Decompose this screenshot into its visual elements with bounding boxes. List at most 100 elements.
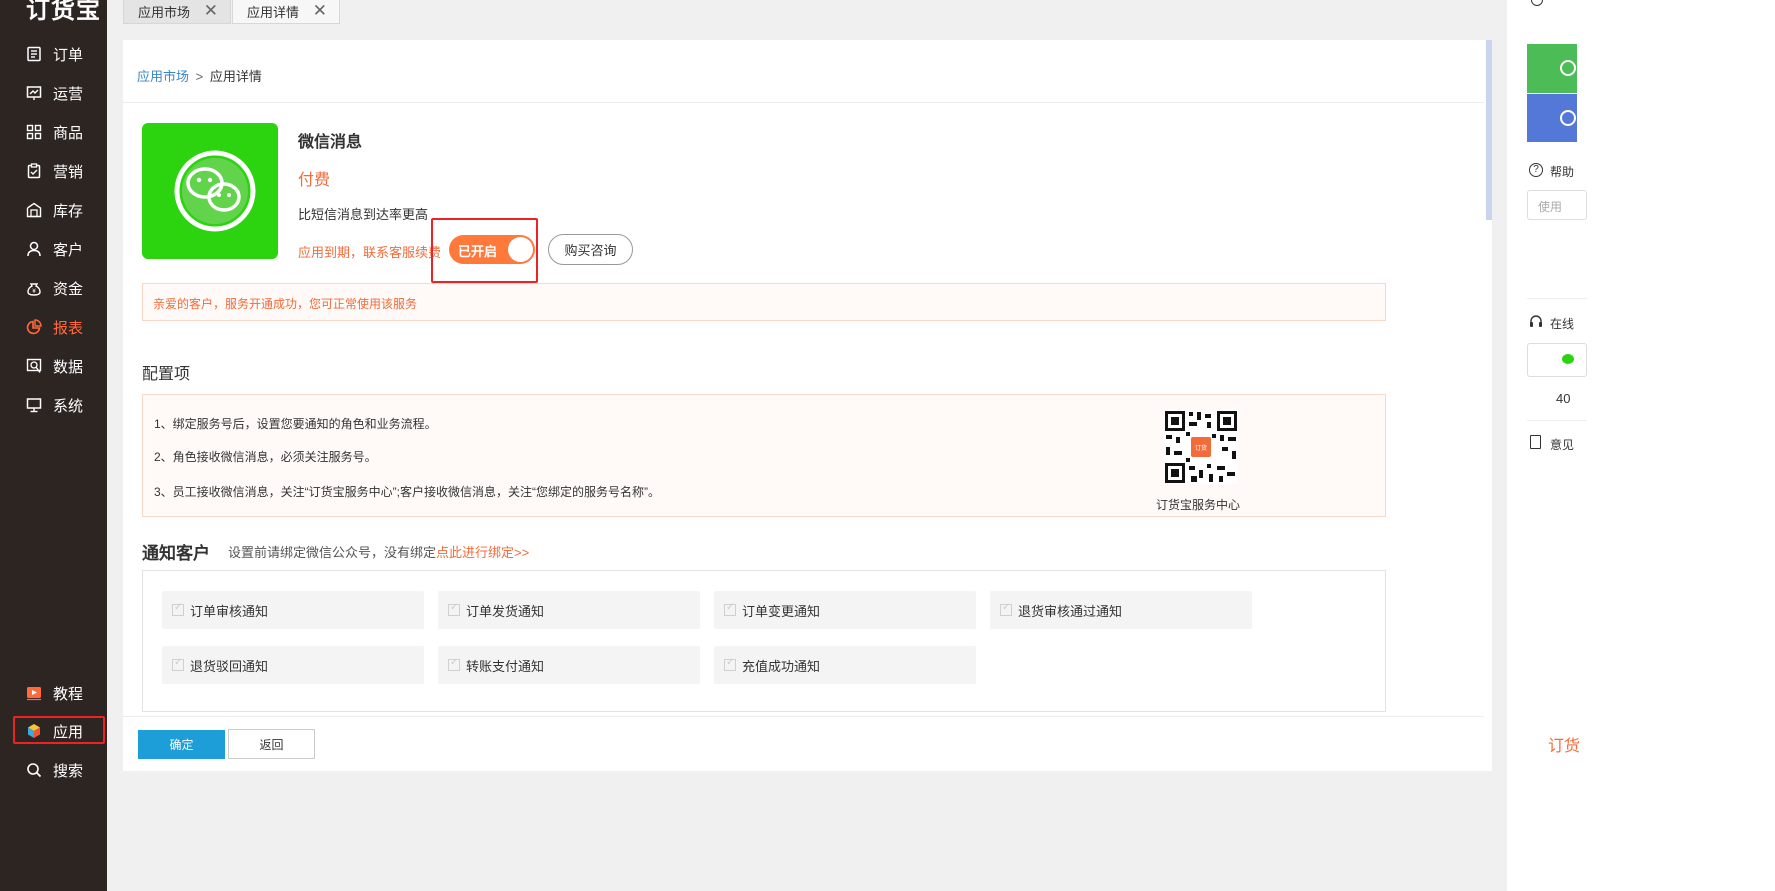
circle-icon [1560,110,1576,126]
monitor-icon [26,397,42,413]
notify-section-title: 通知客户 [142,544,210,563]
checkbox[interactable] [1000,602,1012,616]
sidebar-item-reports[interactable]: 报表 [0,312,107,342]
expire-note: 应用到期，联系客服续费 [298,245,442,260]
wechat-contact-button[interactable] [1527,343,1587,377]
sidebar-item-label: 运营 [53,85,84,103]
phone-number: 40 [1556,391,1571,406]
sidebar-item-tutorial[interactable]: 教程 [0,678,107,708]
qr-code: 订货 [1164,410,1238,484]
checkbox[interactable] [172,602,184,616]
headset-icon [1529,314,1543,331]
tab-app-market[interactable]: 应用市场 ✕ [123,0,231,24]
sidebar-item-inventory[interactable]: 库存 [0,195,107,225]
sidebar-item-label: 系统 [53,397,84,415]
sidebar-item-label: 营销 [53,163,84,181]
brand-mark: 订货 [1548,738,1581,755]
option-label: 充值成功通知 [742,658,821,674]
breadcrumb-separator: > [195,69,204,84]
blue-action-tile[interactable] [1527,94,1577,142]
sidebar-item-label: 搜索 [53,762,84,780]
divider [1527,420,1587,421]
notify-option[interactable]: 订单发货通知 [438,591,700,629]
config-section-title: 配置项 [142,366,191,383]
green-action-tile[interactable] [1527,44,1577,93]
sidebar: 订货宝 订单 运营 商品 营销 库存 客户 ¥ 资金 报表 数据 系统 教程 应… [0,0,107,891]
help-search-input[interactable]: 使用 [1527,190,1587,220]
sidebar-item-orders[interactable]: 订单 [0,39,107,69]
close-icon[interactable]: ✕ [313,1,327,21]
help-icon: ? [1529,163,1543,177]
pie-chart-icon [26,319,42,335]
notify-option[interactable]: 订单审核通知 [162,591,424,629]
sidebar-item-system[interactable]: 系统 [0,390,107,420]
scrollbar[interactable] [1486,40,1492,220]
sidebar-item-search[interactable]: 搜索 [0,755,107,785]
checkbox[interactable] [448,657,460,671]
sidebar-item-funds[interactable]: ¥ 资金 [0,273,107,303]
sidebar-item-operation[interactable]: 运营 [0,78,107,108]
app-description: 比短信消息到达率更高 [298,207,429,222]
bind-account-link[interactable]: 点此进行绑定>> [436,545,529,560]
checkbox[interactable] [172,657,184,671]
toggle-highlight-box [431,218,538,283]
tab-label: 应用市场 [138,5,191,20]
notify-option[interactable]: 退货审核通过通知 [990,591,1252,629]
sidebar-item-products[interactable]: 商品 [0,117,107,147]
checkbox[interactable] [724,602,736,616]
sidebar-item-label: 资金 [53,280,84,298]
wechat-icon [174,150,256,232]
wechat-icon [1562,354,1574,364]
sidebar-item-marketing[interactable]: 营销 [0,156,107,186]
sidebar-item-label: 客户 [53,241,84,259]
sidebar-item-customers[interactable]: 客户 [0,234,107,264]
breadcrumb: 应用市场 > 应用详情 [137,66,262,85]
svg-text:订货: 订货 [1195,444,1207,452]
close-icon[interactable]: ✕ [204,1,218,21]
divider [1527,298,1587,299]
operation-chart-icon [26,85,42,101]
notify-option[interactable]: 转账支付通知 [438,646,700,684]
sidebar-item-label: 教程 [53,685,84,703]
notify-option[interactable]: 充值成功通知 [714,646,976,684]
success-notice: 亲爱的客户，服务开通成功，您可正常使用该服务 [142,283,1386,321]
sidebar-item-data[interactable]: 数据 [0,351,107,381]
document-icon [1530,435,1541,449]
online-service-label: 在线 [1550,317,1575,331]
checkbox[interactable] [724,657,736,671]
sidebar-item-label: 数据 [53,358,84,376]
divider [123,716,1484,717]
config-line: 1、绑定服务号后，设置您要通知的角色和业务流程。 [154,417,437,431]
option-label: 订单变更通知 [742,603,821,619]
confirm-button[interactable]: 确定 [138,730,225,759]
play-icon [26,685,42,701]
back-button[interactable]: 返回 [228,729,315,759]
brand-logo: 订货宝 [26,0,101,24]
sidebar-item-label: 订单 [53,46,84,64]
clipboard-icon [26,163,42,179]
user-icon [26,241,42,257]
tab-app-detail[interactable]: 应用详情 ✕ [232,0,340,24]
sidebar-item-label: 商品 [53,124,84,142]
app-icon [142,123,278,259]
option-label: 订单审核通知 [190,603,269,619]
notify-subtitle-text: 设置前请绑定微信公众号，没有绑定 [228,545,437,560]
notify-option[interactable]: 订单变更通知 [714,591,976,629]
config-box: 1、绑定服务号后，设置您要通知的角色和业务流程。 2、角色接收微信消息，必须关注… [142,394,1386,517]
purchase-consult-button[interactable]: 购买咨询 [548,234,633,265]
notify-option[interactable]: 退货驳回通知 [162,646,424,684]
checkbox[interactable] [448,602,460,616]
config-line: 2、角色接收微信消息，必须关注服务号。 [154,450,377,464]
grid-icon [26,124,42,140]
feedback-link[interactable]: 意见 [1550,436,1574,453]
breadcrumb-current: 应用详情 [209,69,262,84]
sidebar-item-label: 库存 [53,202,84,220]
sidebar-item-label: 报表 [53,319,84,337]
search-icon [26,762,42,778]
breadcrumb-root-link[interactable]: 应用市场 [137,69,189,84]
option-label: 退货驳回通知 [190,658,269,674]
app-price: 付费 [298,172,331,189]
option-label: 订单发货通知 [466,603,545,619]
config-line: 3、员工接收微信消息，关注“订货宝服务中心”;客户接收微信消息，关注“您绑定的服… [154,485,660,499]
data-icon [26,358,42,374]
